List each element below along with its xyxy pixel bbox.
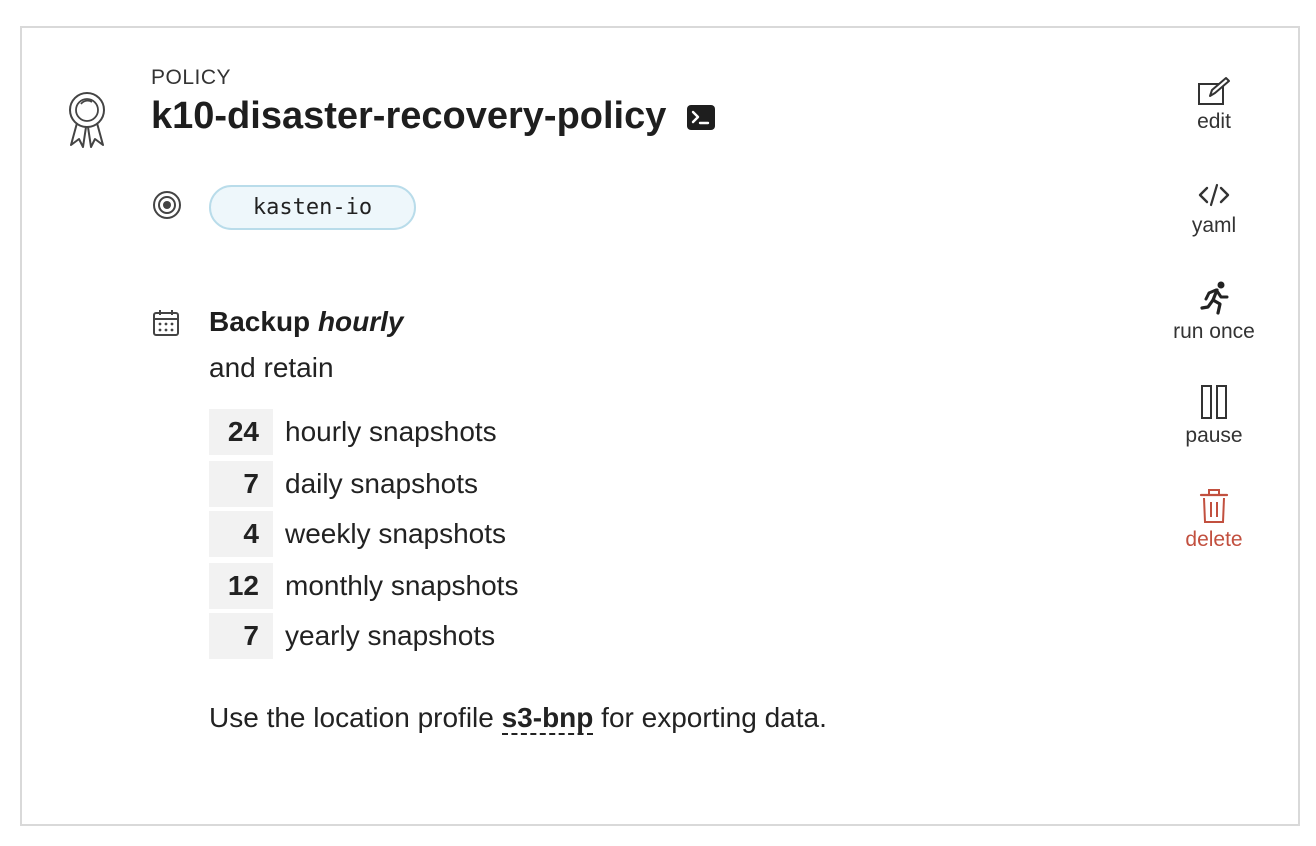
location-profile-link[interactable]: s3-bnp xyxy=(501,702,594,735)
retention-count: 4 xyxy=(209,511,273,557)
retention-label: hourly snapshots xyxy=(285,416,497,447)
export-text-before: Use the location profile xyxy=(209,702,494,733)
retention-label: yearly snapshots xyxy=(285,620,496,651)
pause-label: pause xyxy=(1185,424,1243,447)
pause-button[interactable]: pause xyxy=(1152,384,1276,448)
retention-row-hourly: 24 hourly snapshots xyxy=(209,409,709,455)
retention-label: daily snapshots xyxy=(285,468,479,499)
run-once-button[interactable]: run once xyxy=(1152,280,1276,344)
retention-row-yearly: 7 yearly snapshots xyxy=(209,613,709,659)
running-person-icon xyxy=(1200,281,1229,315)
policy-title: k10-disaster-recovery-policy xyxy=(151,95,667,137)
retention-count: 7 xyxy=(209,461,273,507)
yaml-label: yaml xyxy=(1191,214,1237,237)
export-description: Use the location profile s3-bnp for expo… xyxy=(209,702,827,735)
backup-frequency-value: hourly xyxy=(317,306,404,337)
delete-label: delete xyxy=(1185,528,1243,551)
pause-icon xyxy=(1201,385,1227,419)
delete-button[interactable]: delete xyxy=(1152,488,1276,552)
retention-label: monthly snapshots xyxy=(285,570,519,601)
namespace-pill[interactable]: kasten-io xyxy=(209,185,416,230)
policy-kind-label: POLICY xyxy=(151,66,232,89)
policy-card: POLICY k10-disaster-recovery-policy kast… xyxy=(20,26,1300,826)
backup-frequency: Backup hourly xyxy=(209,306,404,338)
retention-count: 12 xyxy=(209,563,273,609)
edit-button[interactable]: edit xyxy=(1152,76,1276,134)
edit-label: edit xyxy=(1197,110,1231,133)
award-ribbon-icon xyxy=(69,92,105,148)
calendar-icon xyxy=(153,310,179,336)
retention-row-weekly: 4 weekly snapshots xyxy=(209,511,709,557)
code-icon xyxy=(1198,183,1230,207)
terminal-icon[interactable] xyxy=(687,105,715,130)
retention-count: 7 xyxy=(209,613,273,659)
retention-label: weekly snapshots xyxy=(285,518,507,549)
retention-count: 24 xyxy=(209,409,273,455)
backup-prefix: Backup xyxy=(209,306,311,337)
edit-icon xyxy=(1198,77,1230,105)
yaml-button[interactable]: yaml xyxy=(1152,180,1276,238)
run-once-label: run once xyxy=(1173,320,1255,343)
retain-label: and retain xyxy=(209,352,334,383)
export-text-after: for exporting data. xyxy=(601,702,827,733)
namespace-target-icon xyxy=(153,191,181,219)
trash-icon xyxy=(1199,489,1229,523)
retention-row-monthly: 12 monthly snapshots xyxy=(209,563,709,609)
retention-row-daily: 7 daily snapshots xyxy=(209,461,709,507)
